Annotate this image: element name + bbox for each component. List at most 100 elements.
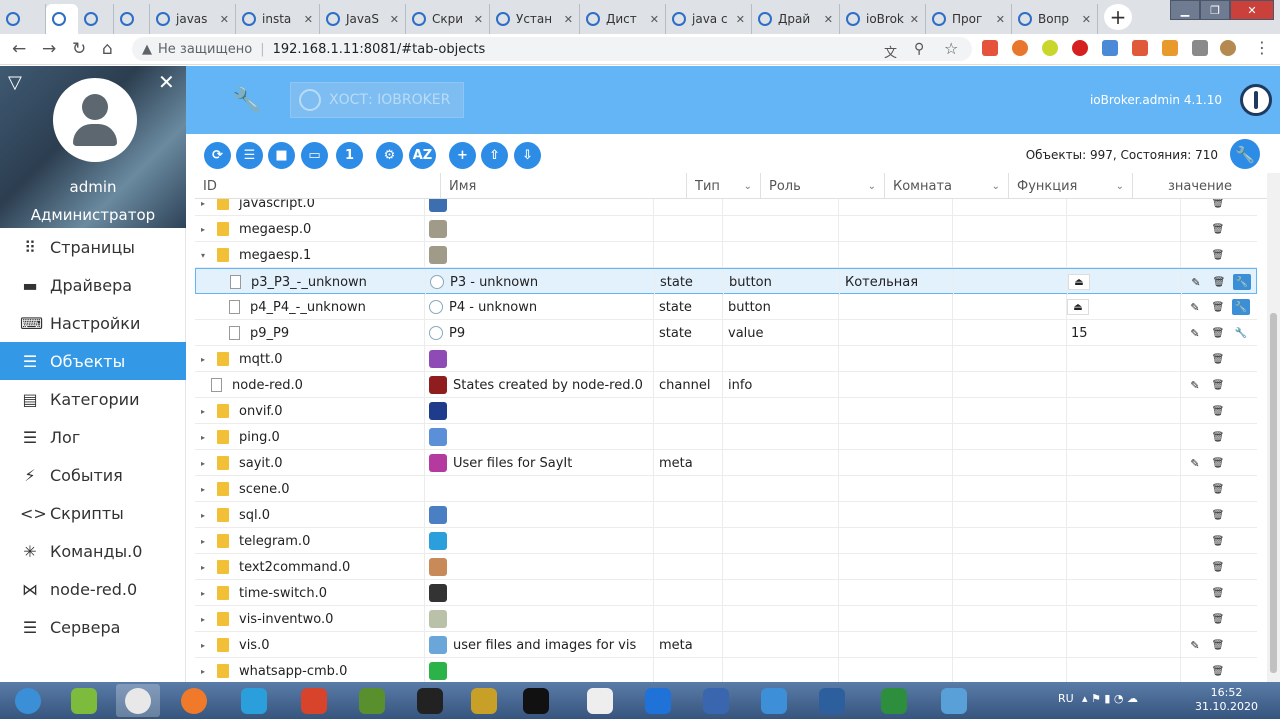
home-icon[interactable]: ⌂: [102, 39, 113, 59]
browser-tab[interactable]: Дист ✕: [580, 4, 666, 34]
sidebar-item-2[interactable]: ▬ Драйвера: [0, 266, 186, 304]
expand-arrow-icon[interactable]: ▸: [201, 407, 211, 416]
refresh-button[interactable]: ⟳: [204, 142, 231, 169]
table-row[interactable]: ▸ javascript.0 🗑: [195, 199, 1257, 216]
delete-icon[interactable]: 🗑: [1210, 274, 1228, 290]
delete-icon[interactable]: 🗑: [1209, 533, 1227, 549]
expand-arrow-icon[interactable]: ▸: [201, 459, 211, 468]
scrollbar-thumb[interactable]: [1270, 313, 1277, 673]
opera-icon[interactable]: [1072, 40, 1088, 56]
host-selector[interactable]: ХОСТ: IOBROKER: [290, 82, 464, 118]
profile-avatar[interactable]: [1220, 40, 1236, 56]
extension-icon-1[interactable]: [982, 40, 998, 56]
close-window-icon[interactable]: ✕: [1230, 0, 1274, 20]
expand-arrow-icon[interactable]: ▸: [201, 589, 211, 598]
close-tab-icon[interactable]: ✕: [1078, 13, 1091, 26]
torrent-icon[interactable]: [872, 684, 916, 717]
start-button[interactable]: [6, 684, 50, 717]
settings-wrench-button[interactable]: 🔧: [1230, 139, 1260, 169]
close-sidebar-icon[interactable]: ✕: [158, 70, 175, 94]
close-tab-icon[interactable]: ✕: [820, 13, 833, 26]
pubg-icon[interactable]: [408, 684, 452, 717]
delete-icon[interactable]: 🗑: [1209, 247, 1227, 263]
delete-icon[interactable]: 🗑: [1209, 455, 1227, 471]
table-row[interactable]: p9_P9 P9 state value 15 ✎ 🗑 🔧: [195, 320, 1257, 346]
translate-icon[interactable]: 文: [884, 42, 897, 61]
expand-arrow-icon[interactable]: ▸: [201, 511, 211, 520]
edit-icon[interactable]: ✎: [1187, 274, 1205, 290]
sidebar-item-10[interactable]: ⋈ node-red.0: [0, 570, 186, 608]
extension-icon-8[interactable]: [1192, 40, 1208, 56]
table-row[interactable]: ▸ mqtt.0 🗑: [195, 346, 1257, 372]
clock[interactable]: 16:52 31.10.2020: [1195, 686, 1258, 714]
add-button[interactable]: +: [449, 142, 476, 169]
table-row[interactable]: ▸ sayit.0 User files for SayIt meta ✎ 🗑: [195, 450, 1257, 476]
wrench-icon[interactable]: 🔧: [232, 86, 262, 114]
delete-icon[interactable]: 🗑: [1209, 481, 1227, 497]
browser-tab[interactable]: Скри ✕: [406, 4, 490, 34]
expand-arrow-icon[interactable]: ▸: [201, 563, 211, 572]
grass-block-icon[interactable]: [350, 684, 394, 717]
cell-value[interactable]: ⏏: [1068, 269, 1090, 295]
zoom-icon[interactable]: ⚲: [914, 41, 924, 57]
wrench-icon[interactable]: 🔧: [1232, 325, 1250, 341]
close-tab-icon[interactable]: ✕: [732, 13, 745, 26]
table-row[interactable]: ▸ scene.0 🗑: [195, 476, 1257, 502]
phone-icon[interactable]: [752, 684, 796, 717]
delete-icon[interactable]: 🗑: [1209, 221, 1227, 237]
download-button[interactable]: ⇩: [514, 142, 541, 169]
edit-icon[interactable]: ✎: [1186, 325, 1204, 341]
expand-arrow-icon[interactable]: ▸: [201, 641, 211, 650]
wrench-icon[interactable]: 🔧: [1233, 274, 1251, 290]
browser-tab[interactable]: Прог ✕: [926, 4, 1012, 34]
col-role[interactable]: Роль ⌄: [761, 173, 885, 199]
browser-tab[interactable]: JavaS ✕: [320, 4, 406, 34]
col-function[interactable]: Функция ⌄: [1009, 173, 1133, 199]
sidebar-item-9[interactable]: ✳ Команды.0: [0, 532, 186, 570]
extension-icon-3[interactable]: [1042, 40, 1058, 56]
col-name[interactable]: Имя: [441, 173, 687, 199]
close-tab-icon[interactable]: ✕: [992, 13, 1005, 26]
expand-arrow-icon[interactable]: ▸: [201, 615, 211, 624]
epic-games-icon[interactable]: [514, 684, 558, 717]
delete-icon[interactable]: 🗑: [1209, 429, 1227, 445]
cell-value[interactable]: ⏏: [1067, 294, 1089, 320]
sidebar-item-11[interactable]: ☰ Сервера: [0, 608, 186, 646]
tray-icons[interactable]: ▴ ⚑ ▮ ◔ ☁: [1082, 692, 1138, 705]
back-icon[interactable]: ←: [12, 39, 26, 59]
expand-arrow-icon[interactable]: ▸: [201, 433, 211, 442]
browser-tab[interactable]: [114, 4, 150, 34]
table-row[interactable]: ▸ telegram.0 🗑: [195, 528, 1257, 554]
browser-tab[interactable]: Драй ✕: [752, 4, 840, 34]
col-id[interactable]: ID: [195, 173, 441, 199]
delete-icon[interactable]: 🗑: [1209, 377, 1227, 393]
folder-button[interactable]: ■: [268, 142, 295, 169]
table-row[interactable]: p3_P3_-_unknown P3 - unknown state button Ко…: [195, 268, 1257, 295]
chrome-icon[interactable]: [116, 684, 160, 717]
expand-arrow-icon[interactable]: ▸: [201, 667, 211, 676]
fruit-icon[interactable]: [292, 684, 336, 717]
delete-icon[interactable]: 🗑: [1209, 611, 1227, 627]
collapse-icon[interactable]: ▽: [8, 72, 22, 93]
browser-tab[interactable]: Устан ✕: [490, 4, 580, 34]
browser-tab[interactable]: Вопр ✕: [1012, 4, 1098, 34]
vpn-icon[interactable]: [636, 684, 680, 717]
maximize-icon[interactable]: ❐: [1200, 0, 1230, 20]
tools-icon[interactable]: [932, 684, 976, 717]
table-row[interactable]: ▾ megaesp.1 🗑: [195, 242, 1257, 268]
firefox-icon[interactable]: [172, 684, 216, 717]
close-tab-icon[interactable]: ✕: [300, 13, 313, 26]
close-tab-icon[interactable]: ✕: [646, 13, 659, 26]
sidebar-item-3[interactable]: ⌨ Настройки: [0, 304, 186, 342]
sidebar-item-4[interactable]: ☰ Объекты: [0, 342, 186, 380]
sidebar-item-6[interactable]: ☰ Лог: [0, 418, 186, 456]
minimize-icon[interactable]: ▁: [1170, 0, 1200, 20]
forward-icon[interactable]: →: [42, 39, 56, 59]
close-tab-icon[interactable]: ✕: [906, 13, 919, 26]
language-indicator[interactable]: RU: [1058, 692, 1074, 705]
vertical-scrollbar[interactable]: [1267, 173, 1280, 682]
translate-ext-icon[interactable]: [1102, 40, 1118, 56]
table-row[interactable]: ▸ ping.0 🗑: [195, 424, 1257, 450]
table-row[interactable]: ▸ vis.0 user files and images for vis meta ✎…: [195, 632, 1257, 658]
number-one-button[interactable]: 1: [336, 142, 363, 169]
